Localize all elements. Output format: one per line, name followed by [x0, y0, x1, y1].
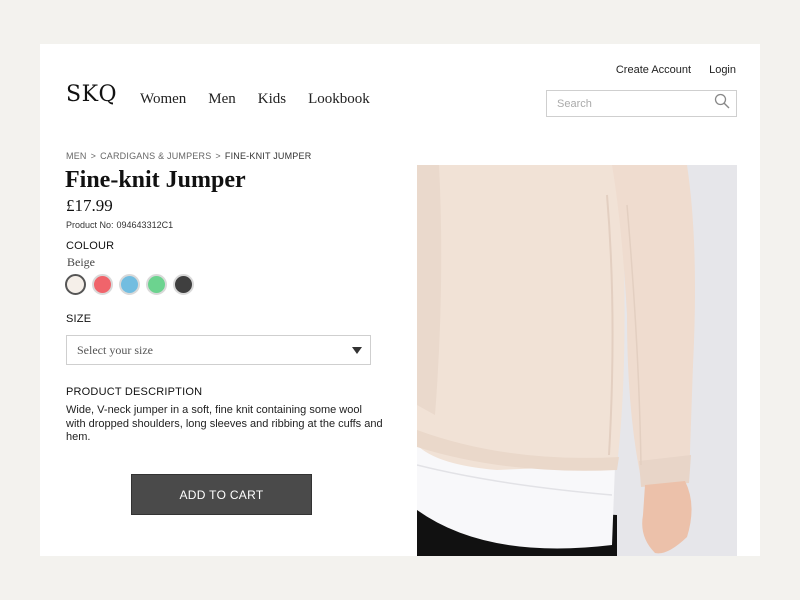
colour-swatch-green[interactable] — [146, 274, 167, 295]
search-box — [546, 90, 737, 117]
product-title: Fine-knit Jumper — [65, 167, 246, 193]
product-number-label: Product No: — [66, 220, 114, 230]
create-account-link[interactable]: Create Account — [616, 64, 691, 76]
selected-colour-name: Beige — [67, 255, 95, 269]
breadcrumb-item-men[interactable]: MEN — [66, 151, 87, 161]
breadcrumb: MEN > CARDIGANS & JUMPERS > FINE-KNIT JU… — [66, 151, 311, 161]
product-page-card: Create Account Login SKQ Women Men Kids … — [40, 44, 760, 556]
nav-item-women[interactable]: Women — [140, 91, 186, 108]
breadcrumb-separator: > — [90, 151, 97, 161]
breadcrumb-current: FINE-KNIT JUMPER — [224, 151, 312, 161]
main-nav: Women Men Kids Lookbook — [140, 91, 370, 108]
colour-swatch-coral[interactable] — [92, 274, 113, 295]
size-heading: SIZE — [66, 313, 92, 325]
login-link[interactable]: Login — [709, 64, 736, 76]
nav-item-kids[interactable]: Kids — [258, 91, 286, 108]
product-number-value: 094643312C1 — [116, 220, 174, 230]
colour-swatch-blue[interactable] — [119, 274, 140, 295]
breadcrumb-item-cardigans[interactable]: CARDIGANS & JUMPERS — [100, 151, 211, 161]
brand-logo[interactable]: SKQ — [66, 82, 117, 107]
search-input[interactable] — [557, 97, 714, 110]
colour-swatches — [65, 274, 194, 295]
size-select[interactable]: Select your size — [66, 335, 371, 365]
nav-item-lookbook[interactable]: Lookbook — [308, 91, 370, 108]
colour-heading: COLOUR — [66, 240, 115, 252]
search-icon[interactable] — [714, 93, 730, 114]
nav-item-men[interactable]: Men — [208, 91, 236, 108]
product-image — [417, 165, 737, 556]
colour-swatch-charcoal[interactable] — [173, 274, 194, 295]
account-links: Create Account Login — [616, 64, 736, 76]
breadcrumb-separator: > — [215, 151, 221, 161]
colour-swatch-beige[interactable] — [65, 274, 86, 295]
size-select-placeholder: Select your size — [77, 342, 153, 357]
add-to-cart-button[interactable]: ADD TO CART — [131, 474, 312, 515]
description-heading: PRODUCT DESCRIPTION — [66, 386, 203, 398]
product-description: Wide, V-neck jumper in a soft, fine knit… — [66, 404, 383, 443]
product-price: £17.99 — [66, 196, 113, 215]
product-number: Product No: 094643312C1 — [66, 220, 173, 230]
caret-down-icon — [352, 346, 362, 354]
